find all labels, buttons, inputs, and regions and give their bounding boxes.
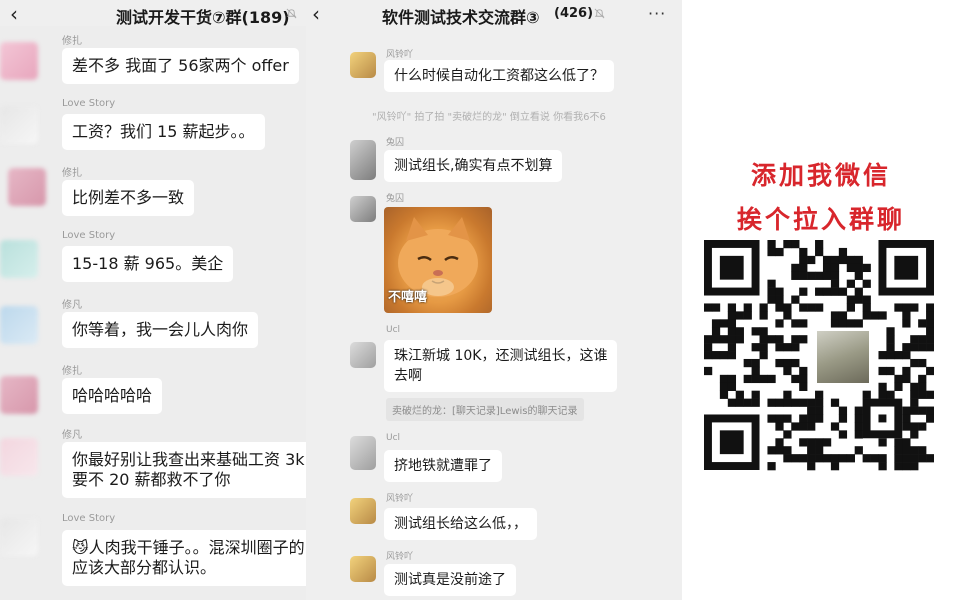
middle-chat-screenshot: ‹ 软件测试技术交流群③ (426) ··· 风铃吖 什么时候自动化工资都这么低… <box>306 0 682 600</box>
sender-name: 修凡 <box>62 430 82 441</box>
left-chat-title: 测试开发干货⑦群(189) <box>116 8 290 27</box>
message-bubble[interactable]: 珠江新城 10K，还测试组长，这谁 去啊 <box>384 340 618 392</box>
mute-icon <box>286 8 297 19</box>
quoted-message[interactable]: 卖破烂的龙：[聊天记录]Lewis的聊天记录 <box>386 398 584 421</box>
left-chat-titlebar: ‹ 测试开发干货⑦群(189) <box>0 0 320 27</box>
message-text: 😼人肉我干锤子。。混深圳圈子的 <box>72 538 305 557</box>
message-bubble[interactable]: 什么时候自动化工资都这么低了？ <box>384 60 614 92</box>
sender-name: Love Story <box>62 98 116 109</box>
sender-name: 风铃吖 <box>386 552 414 562</box>
avatar[interactable] <box>8 168 46 206</box>
system-notice: "风铃吖" 拍了拍 "卖破烂的龙" 倒立看说 你看我6不6 <box>372 112 606 123</box>
message-bubble[interactable]: 测试组长给这么低，， <box>384 508 537 540</box>
sender-name: 修凡 <box>62 300 82 311</box>
qr-code[interactable] <box>704 240 935 472</box>
promo-panel: 添加我微信 挨个拉入群聊 <box>682 0 960 600</box>
message-text: 测试组长,确实有点不划算 <box>394 158 553 174</box>
avatar[interactable] <box>0 306 38 344</box>
message-text: 测试组长给这么低，， <box>394 516 527 532</box>
sender-name: 修扎 <box>62 36 82 47</box>
back-arrow-icon[interactable]: ‹ <box>312 2 320 26</box>
sender-name: 兔囚 <box>386 194 405 204</box>
message-text: 差不多 我面了 56家两个 offer <box>72 56 289 75</box>
member-count: (426) <box>554 6 594 21</box>
avatar[interactable] <box>350 52 376 78</box>
message-bubble[interactable]: 测试组长,确实有点不划算 <box>384 150 563 182</box>
avatar[interactable] <box>350 196 376 222</box>
message-text: 要不 20 薪都救不了你 <box>72 470 231 489</box>
avatar[interactable] <box>0 240 38 278</box>
avatar[interactable] <box>0 376 38 414</box>
message-text: 工资？我们 15 薪起步。。 <box>72 122 255 141</box>
back-arrow-icon[interactable]: ‹ <box>10 2 18 26</box>
qr-center-photo <box>815 329 871 385</box>
middle-chat-title: 软件测试技术交流群③ <box>382 8 540 27</box>
promo-line-2: 挨个拉入群聊 <box>736 205 905 234</box>
more-icon[interactable]: ··· <box>648 4 666 23</box>
message-text: 挤地铁就遭罪了 <box>394 458 492 474</box>
avatar[interactable] <box>350 140 376 180</box>
message-bubble[interactable]: 比例差不多一致 <box>62 180 195 216</box>
sender-name: 兔囚 <box>386 138 405 148</box>
message-text: 你等着，我一会儿人肉你 <box>72 320 249 339</box>
message-text: 哈哈哈哈哈 <box>72 386 153 405</box>
message-bubble[interactable]: 你等着，我一会儿人肉你 <box>62 312 259 348</box>
message-bubble[interactable]: 差不多 我面了 56家两个 offer <box>62 48 299 84</box>
sender-name: Ucl <box>386 325 401 335</box>
message-text: 应该大部分都认识。 <box>72 558 217 577</box>
message-bubble[interactable]: 哈哈哈哈哈 <box>62 378 163 414</box>
message-text: 珠江新城 10K，还测试组长，这谁 <box>394 348 608 364</box>
message-bubble[interactable]: 挤地铁就遭罪了 <box>384 450 502 482</box>
avatar[interactable] <box>350 556 376 582</box>
message-bubble[interactable]: 测试真是没前途了 <box>384 564 516 596</box>
sender-name: Ucl <box>386 433 401 443</box>
message-text: 去啊 <box>394 368 422 384</box>
middle-chat-titlebar: ‹ 软件测试技术交流群③ (426) ··· <box>306 0 682 27</box>
sender-name: 风铃吖 <box>386 50 414 60</box>
message-text: 15-18 薪 965。美企 <box>72 254 224 273</box>
message-bubble[interactable]: 15-18 薪 965。美企 <box>62 246 234 282</box>
avatar[interactable] <box>0 106 38 144</box>
sender-name: 修扎 <box>62 168 82 179</box>
avatar[interactable] <box>0 42 38 80</box>
cat-sticker[interactable]: 不嘻嘻 <box>384 207 492 313</box>
sticker-caption: 不嘻嘻 <box>388 290 428 305</box>
message-text: 你最好别让我查出来基础工资 3k， <box>72 450 320 469</box>
message-bubble[interactable]: 工资？我们 15 薪起步。。 <box>62 114 265 150</box>
avatar[interactable] <box>0 438 38 476</box>
sender-name: 风铃吖 <box>386 494 414 504</box>
message-bubble[interactable]: 你最好别让我查出来基础工资 3k， 要不 20 薪都救不了你 <box>62 442 320 498</box>
promo-line-1: 添加我微信 <box>750 161 891 190</box>
avatar[interactable] <box>0 518 38 556</box>
avatar[interactable] <box>350 436 376 470</box>
left-chat-screenshot: ‹ 测试开发干货⑦群(189) 修扎 差不多 我面了 56家两个 offer L… <box>0 0 320 600</box>
mute-icon <box>594 8 605 19</box>
message-text: 什么时候自动化工资都这么低了？ <box>394 68 604 84</box>
avatar[interactable] <box>350 498 376 524</box>
sender-name: 修扎 <box>62 366 82 377</box>
message-text: 测试真是没前途了 <box>394 572 506 588</box>
sender-name: Love Story <box>62 230 116 241</box>
message-text: 比例差不多一致 <box>72 188 185 207</box>
avatar[interactable] <box>350 342 376 368</box>
sender-name: Love Story <box>62 513 116 524</box>
message-bubble[interactable]: 😼人肉我干锤子。。混深圳圈子的 应该大部分都认识。 <box>62 530 315 586</box>
